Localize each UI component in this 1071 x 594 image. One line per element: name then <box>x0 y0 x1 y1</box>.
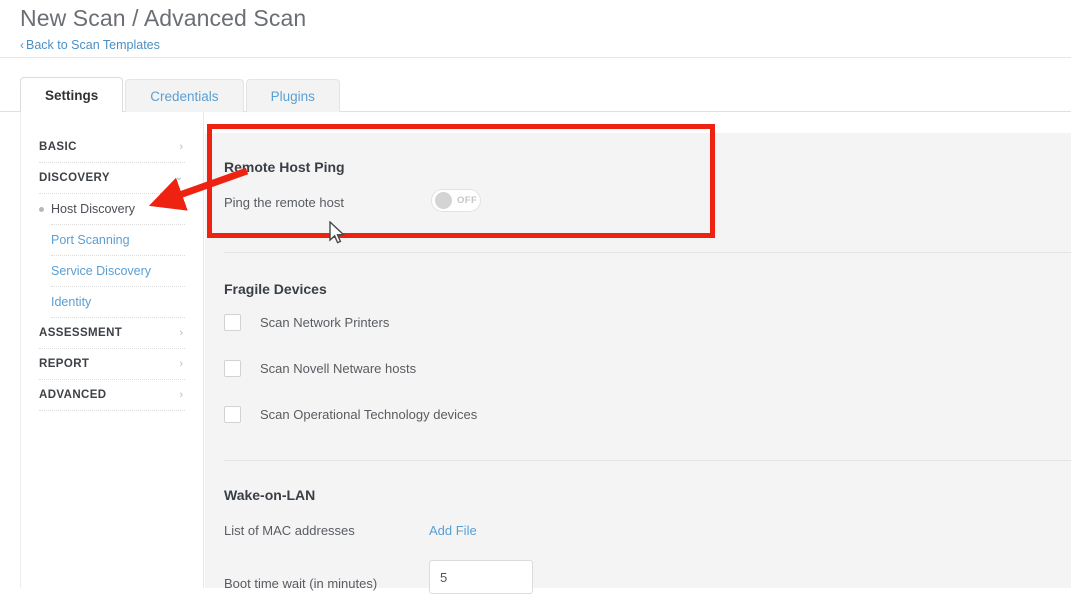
sidebar-item-discovery[interactable]: DISCOVERY ⌄ <box>39 163 185 194</box>
content-body: Remote Host Ping Ping the remote host OF… <box>205 133 1071 594</box>
back-link-label: Back to Scan Templates <box>26 38 160 52</box>
boot-time-wait-label: Boot time wait (in minutes) <box>224 576 378 591</box>
ping-the-remote-host-label: Ping the remote host <box>224 195 344 210</box>
chevron-down-icon: ⌄ <box>174 172 183 183</box>
tab-settings[interactable]: Settings <box>20 77 124 112</box>
sidebar-item-basic-label: BASIC <box>39 141 77 153</box>
checkbox-label-scan-network-printers: Scan Network Printers <box>260 315 390 330</box>
sidebar-item-port-scanning-label: Port Scanning <box>51 233 130 247</box>
wake-on-lan-title: Wake-on-LAN <box>224 487 316 503</box>
sidebar-item-assessment-label: ASSESSMENT <box>39 327 123 339</box>
sidebar-item-host-discovery-label: Host Discovery <box>51 202 136 216</box>
active-bullet-icon <box>39 206 44 212</box>
chevron-right-icon: › <box>179 388 183 401</box>
tab-strip: Settings Credentials Plugins <box>20 77 342 112</box>
sidebar-item-service-discovery[interactable]: Service Discovery <box>51 256 185 287</box>
section-divider <box>224 460 1071 461</box>
sidebar-item-identity-label: Identity <box>51 295 92 309</box>
tab-credentials[interactable]: Credentials <box>125 79 244 112</box>
checkbox-icon[interactable] <box>224 406 241 423</box>
chevron-right-icon: › <box>179 357 183 370</box>
settings-content-panel: Remote Host Ping Ping the remote host OF… <box>205 112 1071 594</box>
back-to-scan-templates-link[interactable]: ‹ Back to Scan Templates <box>20 38 160 52</box>
tab-bar: Settings Credentials Plugins <box>0 58 1071 112</box>
page-title: New Scan / Advanced Scan <box>20 5 307 31</box>
chevron-left-icon: ‹ <box>20 38 24 52</box>
toggle-state-label: OFF <box>457 195 478 206</box>
checkbox-row-scan-novell-netware-hosts[interactable]: Scan Novell Netware hosts <box>224 360 416 377</box>
sidebar-item-discovery-label: DISCOVERY <box>39 172 110 184</box>
sidebar-item-advanced-label: ADVANCED <box>39 389 107 401</box>
checkbox-icon[interactable] <box>224 314 241 331</box>
sidebar-item-assessment[interactable]: ASSESSMENT › <box>39 318 185 349</box>
sidebar-item-report-label: REPORT <box>39 358 90 370</box>
checkbox-row-scan-network-printers[interactable]: Scan Network Printers <box>224 314 389 331</box>
sidebar-item-identity[interactable]: Identity <box>51 287 185 318</box>
fragile-devices-title: Fragile Devices <box>224 281 327 297</box>
checkbox-label-scan-novell-netware-hosts: Scan Novell Netware hosts <box>260 361 417 376</box>
remote-host-ping-title: Remote Host Ping <box>224 159 345 175</box>
ping-remote-host-toggle[interactable]: OFF <box>431 189 481 212</box>
list-of-mac-addresses-label: List of MAC addresses <box>224 523 355 538</box>
sidebar-nav-list: BASIC › DISCOVERY ⌄ Host Discovery Port … <box>21 112 203 411</box>
sidebar-item-service-discovery-label: Service Discovery <box>51 264 152 278</box>
tab-plugins[interactable]: Plugins <box>245 79 340 112</box>
section-divider <box>224 252 1071 253</box>
chevron-right-icon: › <box>179 140 183 153</box>
checkbox-icon[interactable] <box>224 360 241 377</box>
page-header: New Scan / Advanced Scan ‹ Back to Scan T… <box>0 0 1071 58</box>
toggle-knob <box>435 192 452 209</box>
sidebar-item-host-discovery[interactable]: Host Discovery <box>39 194 185 225</box>
checkbox-row-scan-operational-technology-devices[interactable]: Scan Operational Technology devices <box>224 406 477 423</box>
sidebar-item-port-scanning[interactable]: Port Scanning <box>51 225 185 256</box>
settings-sidebar: BASIC › DISCOVERY ⌄ Host Discovery Port … <box>20 112 204 588</box>
chevron-right-icon: › <box>179 326 183 339</box>
add-file-link[interactable]: Add File <box>429 523 477 538</box>
sidebar-item-basic[interactable]: BASIC › <box>39 132 185 163</box>
sidebar-item-advanced[interactable]: ADVANCED › <box>39 380 185 411</box>
boot-time-wait-input[interactable] <box>429 560 533 594</box>
content-top-strip <box>205 112 1071 133</box>
checkbox-label-scan-operational-technology-devices: Scan Operational Technology devices <box>260 407 478 422</box>
sidebar-item-report[interactable]: REPORT › <box>39 349 185 380</box>
mouse-cursor <box>329 221 346 244</box>
